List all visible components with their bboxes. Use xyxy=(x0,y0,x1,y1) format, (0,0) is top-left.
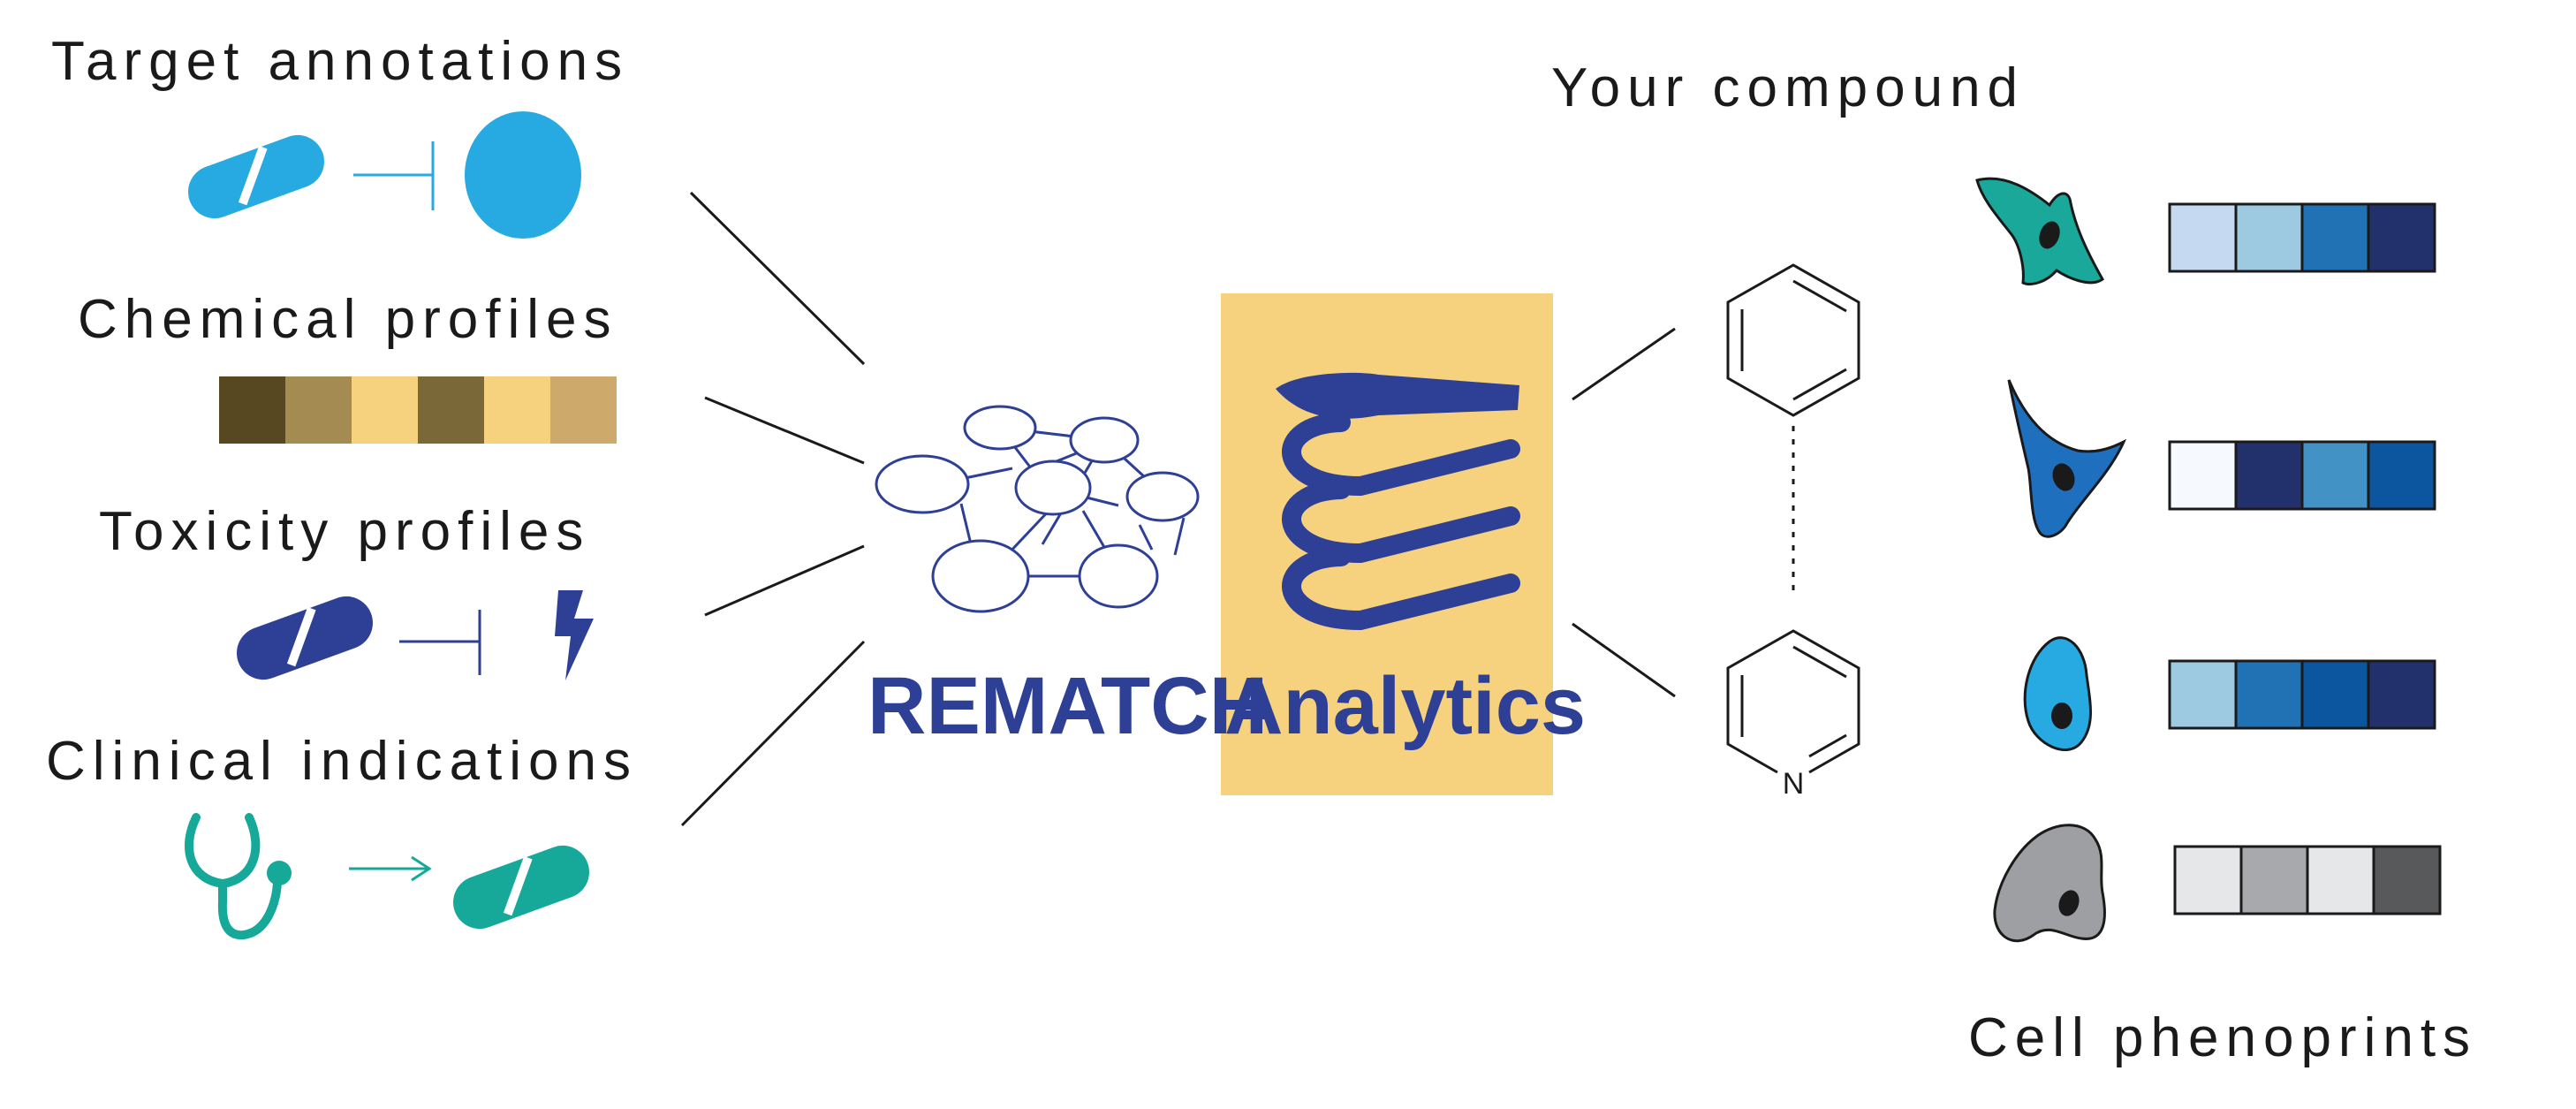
cell-phenoprints-heading: Cell phenoprints xyxy=(1968,1007,2477,1068)
phenoprint-swatch xyxy=(2234,659,2304,730)
rematch-diagram: Target annotations Chemical profiles Tox… xyxy=(0,0,2576,1105)
chemical-profile-swatch xyxy=(219,376,285,444)
chemical-profile-swatch xyxy=(352,376,418,444)
inhibits-arrow-icon xyxy=(353,141,435,210)
phenoprint-swatch xyxy=(2168,202,2238,273)
toxicity-profiles-heading: Toxicity profiles xyxy=(99,501,590,562)
inhibits-arrow-icon xyxy=(399,610,481,675)
phenoprint-swatch xyxy=(2173,845,2243,915)
phenoprint-swatch xyxy=(2168,440,2238,511)
diagram-canvas: Target annotations Chemical profiles Tox… xyxy=(46,31,2477,1068)
stethoscope-icon xyxy=(185,813,292,940)
your-compound-heading: Your compound xyxy=(1551,57,2025,118)
brand-analytics-text: Analytics xyxy=(1224,661,1586,751)
phenoprint-swatch xyxy=(2234,202,2304,273)
chemical-profile-swatch xyxy=(418,376,484,444)
phenoprint-swatch xyxy=(2306,845,2375,915)
chemical-profile-swatch xyxy=(550,376,617,444)
teal-spiky-cell-icon xyxy=(1975,177,2104,285)
phenoprint-swatch xyxy=(2234,440,2304,511)
phenoprint-swatch xyxy=(2300,202,2370,273)
clinical-indications-heading: Clinical indications xyxy=(46,731,638,792)
knowledge-network-icon xyxy=(875,405,1200,613)
blue-triangle-cell-icon xyxy=(2007,379,2127,538)
phenoprint-swatch xyxy=(2239,845,2309,915)
pyridine-structure-icon xyxy=(1726,629,1860,774)
drug-pill-icon xyxy=(453,845,589,930)
phenoprint-bars xyxy=(2168,202,2442,915)
lightning-icon xyxy=(555,590,594,680)
toxicity-pill-icon xyxy=(237,596,373,680)
phenoprint-swatch xyxy=(2168,659,2238,730)
chemical-profiles-heading: Chemical profiles xyxy=(78,289,618,350)
compound-connector-lines xyxy=(1572,327,1795,698)
chemical-profile-swatch xyxy=(484,376,550,444)
phenoprint-swatch xyxy=(2300,659,2370,730)
phenoprint-swatch xyxy=(2367,202,2436,273)
chemical-profile-bar xyxy=(219,376,617,444)
target-pill-icon xyxy=(188,134,324,219)
treats-arrow-icon xyxy=(349,855,432,882)
gray-cell-icon xyxy=(1993,824,2106,943)
brand-rematch-text: REMATCH xyxy=(868,661,1268,751)
chemical-profile-swatch xyxy=(285,376,352,444)
target-annotations-heading: Target annotations xyxy=(51,31,629,92)
target-protein-icon xyxy=(465,111,581,239)
phenoprint-swatch xyxy=(2372,845,2442,915)
nitrogen-atom-label: N xyxy=(1783,767,1805,801)
phenoprint-swatch xyxy=(2300,440,2370,511)
phenoprint-swatch xyxy=(2367,440,2436,511)
source-connector-lines xyxy=(680,191,866,827)
benzene-structure-icon xyxy=(1726,263,1860,417)
blue-oval-cell-icon xyxy=(2023,636,2092,752)
phenoprint-swatch xyxy=(2367,659,2436,730)
